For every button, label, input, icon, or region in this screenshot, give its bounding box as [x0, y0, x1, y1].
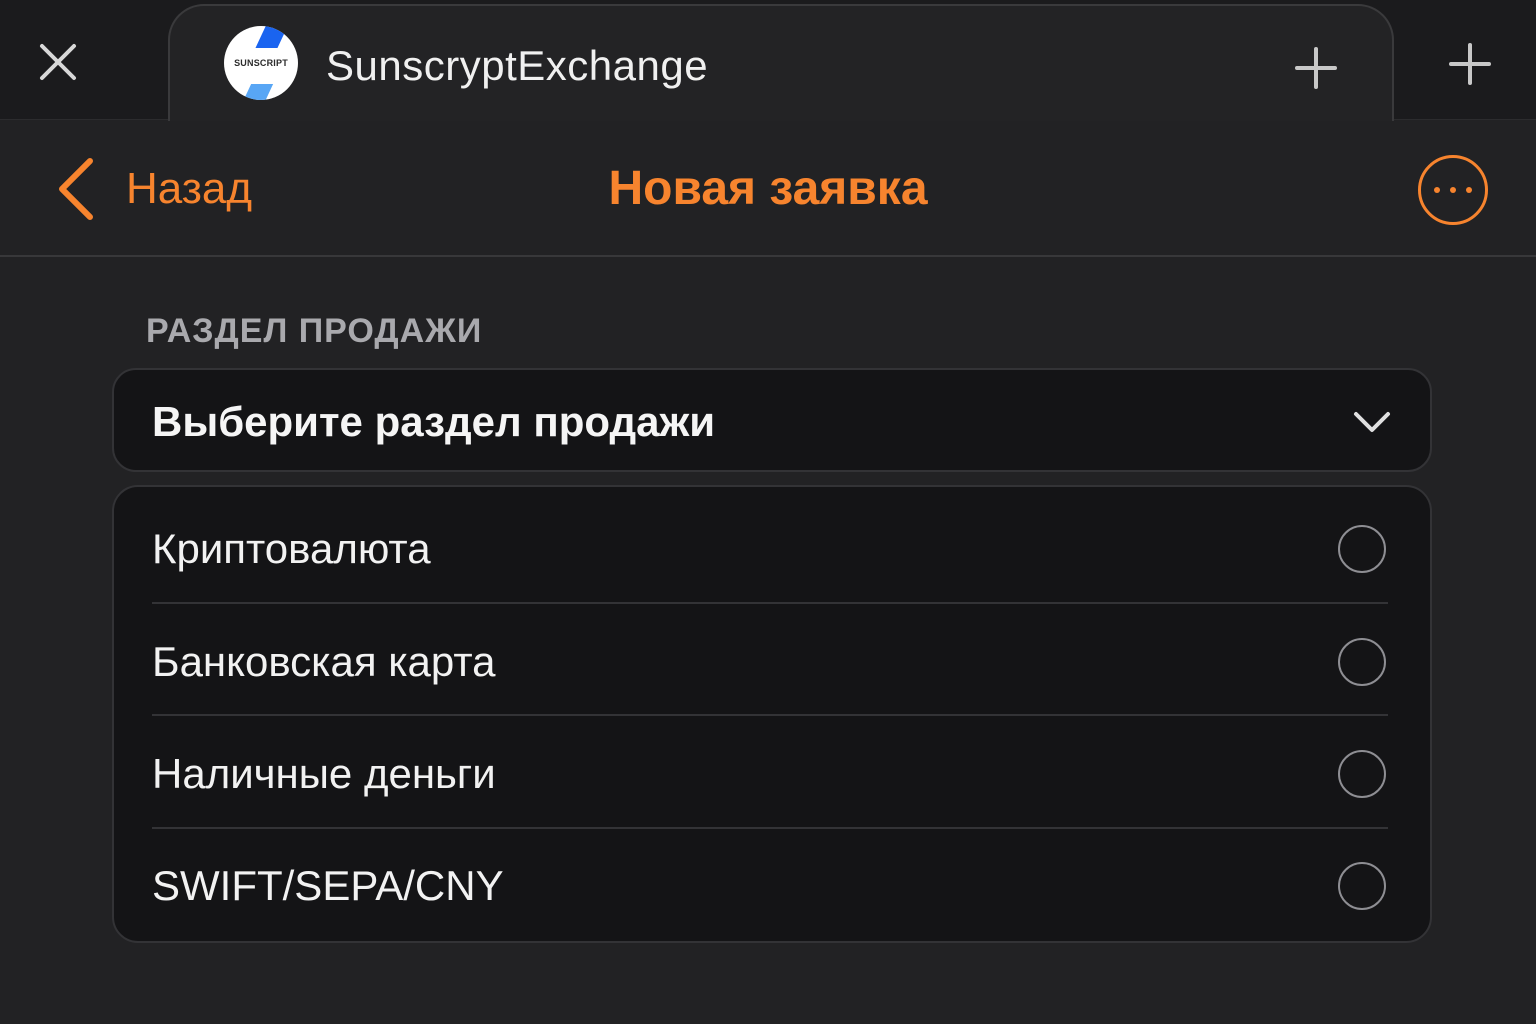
option-label: Банковская карта — [152, 638, 496, 685]
option-label: Наличные деньги — [152, 750, 496, 797]
option-crypto[interactable]: Криптовалюта — [114, 487, 1430, 599]
close-icon — [40, 44, 76, 80]
radio-button[interactable] — [1338, 638, 1386, 686]
sunscrypt-logo-icon: SUNSCRIPT — [224, 26, 298, 100]
page-title: Новая заявка — [608, 162, 928, 215]
section-label: РАЗДЕЛ ПРОДАЖИ — [146, 312, 483, 350]
new-tab-button[interactable] — [1440, 34, 1500, 94]
radio-button[interactable] — [1338, 525, 1386, 573]
navigation-bar: Назад Новая заявка — [0, 121, 1536, 257]
chevron-down-icon — [1354, 412, 1390, 432]
close-button[interactable] — [28, 32, 88, 92]
tab-add-button[interactable] — [1288, 40, 1344, 96]
ellipsis-circle-icon — [1434, 187, 1440, 193]
favicon-text: SUNSCRIPT — [234, 58, 288, 68]
plus-icon — [1449, 43, 1491, 85]
more-options-button[interactable] — [1418, 155, 1488, 225]
option-label: SWIFT/SEPA/CNY — [152, 862, 504, 909]
sale-section-select[interactable]: Выберите раздел продажи — [112, 368, 1432, 472]
browser-tab[interactable]: SUNSCRIPT SunscryptExchange — [168, 4, 1394, 124]
tab-bar: SUNSCRIPT SunscryptExchange — [0, 0, 1536, 124]
radio-button[interactable] — [1338, 750, 1386, 798]
sale-section-options: Криптовалюта Банковская карта Наличные д… — [112, 485, 1432, 943]
app-window: SUNSCRIPT SunscryptExchange Назад Новая … — [0, 0, 1536, 1024]
option-swift-sepa-cny[interactable]: SWIFT/SEPA/CNY — [114, 824, 1430, 936]
tab-title: SunscryptExchange — [326, 42, 709, 89]
plus-icon — [1295, 47, 1337, 89]
select-placeholder: Выберите раздел продажи — [152, 398, 716, 445]
radio-button[interactable] — [1338, 862, 1386, 910]
option-label: Криптовалюта — [152, 525, 431, 572]
option-bank-card[interactable]: Банковская карта — [114, 600, 1430, 712]
option-cash[interactable]: Наличные деньги — [114, 712, 1430, 824]
